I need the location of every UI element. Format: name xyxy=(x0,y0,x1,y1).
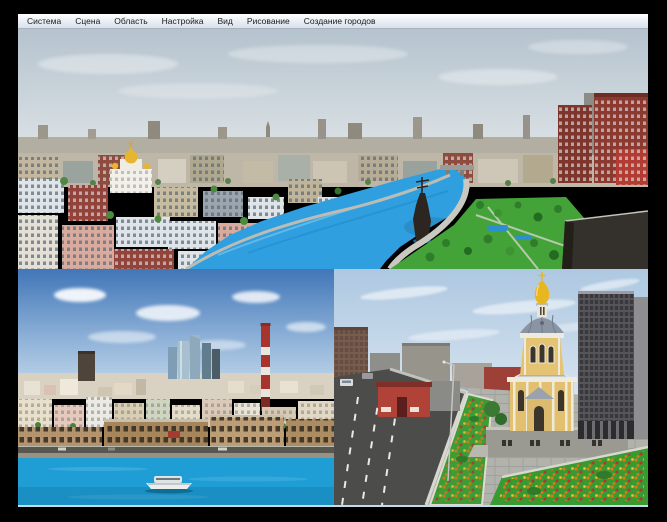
red-signage xyxy=(168,431,180,438)
menu-item-city-creation[interactable]: Создание городов xyxy=(297,15,383,28)
menu-item-region[interactable]: Область xyxy=(107,15,154,28)
red-brick-buildings xyxy=(558,93,648,185)
top-sky xyxy=(18,29,648,155)
small-dome xyxy=(144,163,150,169)
dark-roof-building xyxy=(562,211,648,269)
viewport-top-city-panorama[interactable] xyxy=(18,29,648,269)
menu-item-drawing[interactable]: Рисование xyxy=(240,15,297,28)
menu-item-system[interactable]: Система xyxy=(20,15,68,28)
viewport-bottom-right-church[interactable] xyxy=(334,269,648,505)
small-dome xyxy=(112,163,118,169)
church-body xyxy=(507,377,577,431)
bottom-viewports-row xyxy=(18,269,648,507)
park-pond xyxy=(488,225,508,231)
lantern xyxy=(537,305,547,317)
gray-high-rise xyxy=(578,291,648,439)
striped-chimney xyxy=(261,323,271,411)
menu-item-settings[interactable]: Настройка xyxy=(155,15,211,28)
menu-bar: Система Сцена Область Настройка Вид Рисо… xyxy=(18,14,648,29)
park-pond xyxy=(516,235,532,240)
menu-item-scene[interactable]: Сцена xyxy=(68,15,107,28)
menu-item-view[interactable]: Вид xyxy=(211,15,240,28)
app-window: Система Сцена Область Настройка Вид Рисо… xyxy=(18,14,648,507)
entrance-arch xyxy=(534,406,544,431)
dark-office-tower xyxy=(78,351,95,381)
embankment-road xyxy=(18,447,334,459)
viewport-bottom-left-riverfront[interactable] xyxy=(18,269,334,505)
application-frame: Система Сцена Область Настройка Вид Рисо… xyxy=(0,0,667,522)
